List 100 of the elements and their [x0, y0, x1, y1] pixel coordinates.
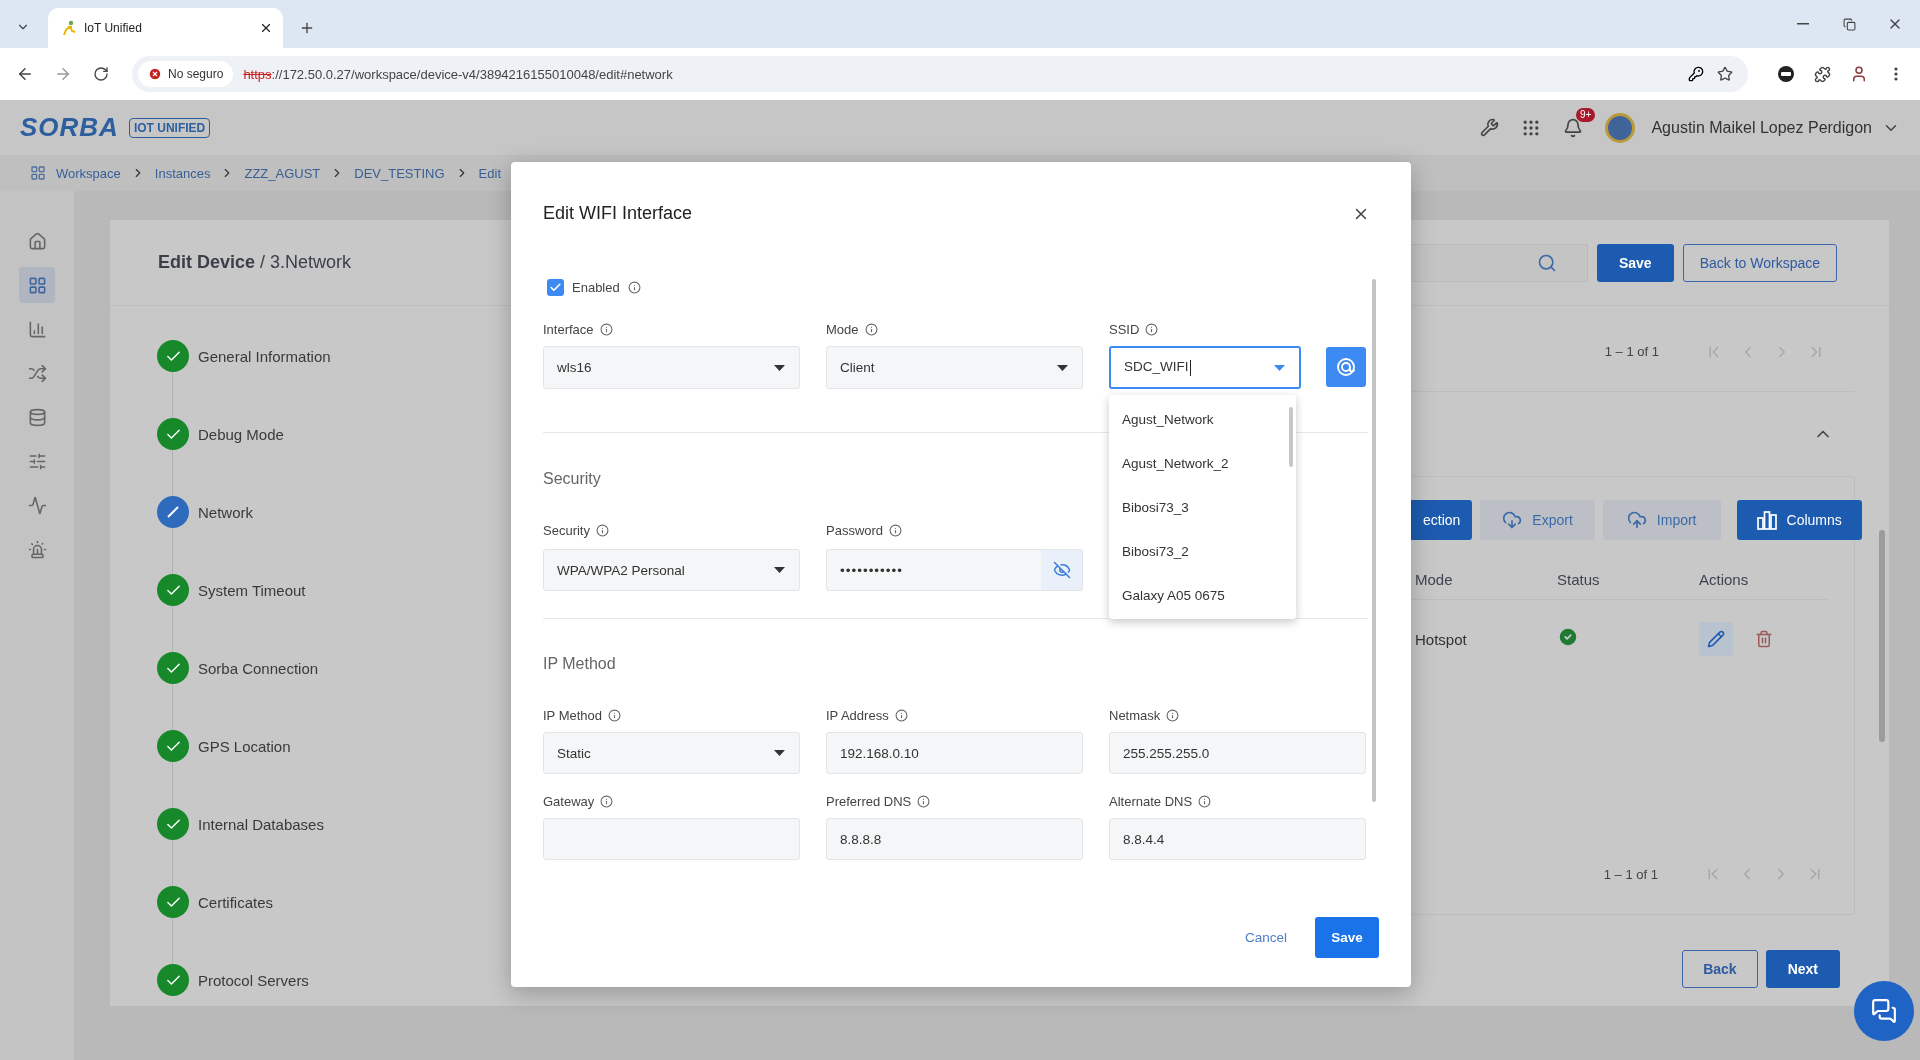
notification-badge: 9+	[1576, 107, 1596, 122]
field-label: Interface	[543, 321, 594, 337]
field-label: Security	[543, 522, 590, 538]
dropdown-option[interactable]: Agust_Network	[1109, 397, 1284, 441]
field-label: IP Method	[543, 707, 603, 723]
caret-icon	[1274, 364, 1285, 371]
pencil-icon	[1707, 630, 1725, 648]
restore-icon	[1842, 17, 1856, 31]
select-field[interactable]: Client	[826, 346, 1083, 389]
info-icon	[627, 280, 641, 294]
info-icon	[600, 794, 614, 808]
shuffle-icon	[27, 363, 47, 383]
caret-icon	[774, 364, 785, 371]
field-label: Preferred DNS	[826, 793, 912, 809]
field-label: SSID	[1109, 321, 1140, 337]
chat-button[interactable]	[1854, 981, 1914, 1041]
info-icon	[889, 523, 903, 537]
dropdown-option[interactable]: Bibosi73_2	[1109, 529, 1284, 573]
section-title: IP Method	[543, 654, 617, 674]
breadcrumb-link[interactable]: Edit	[478, 165, 501, 181]
menu-icon	[1894, 67, 1898, 81]
input-field[interactable]: 192.168.0.10	[826, 732, 1083, 774]
dropdown-option[interactable]: Galaxy A05 0675	[1109, 573, 1284, 617]
browser-tab[interactable]: IoT Unified	[48, 8, 283, 48]
pagination-text: 1 – 1 of 1	[1603, 866, 1658, 882]
breadcrumb-link[interactable]: Instances	[154, 165, 211, 181]
field-label: Mode	[826, 321, 859, 337]
checkbox[interactable]	[547, 278, 564, 296]
puzzle-icon	[1813, 65, 1831, 83]
edit-button[interactable]	[1699, 622, 1733, 656]
cloud-upload-icon	[1626, 510, 1647, 530]
breadcrumb-link[interactable]: ZZZ_AGUST	[244, 165, 321, 181]
step-label[interactable]: General Information	[198, 347, 331, 365]
breadcrumb-link[interactable]: Workspace	[56, 165, 121, 181]
minimize-icon	[1797, 23, 1809, 25]
dialog-title: Edit WIFI Interface	[543, 203, 693, 224]
pencil-line-icon	[167, 506, 179, 518]
table-cell-text: Hotspot	[1415, 630, 1468, 648]
input-field[interactable]: 255.255.255.0	[1109, 732, 1366, 774]
step-label[interactable]: Certificates	[198, 893, 274, 911]
breadcrumb-link[interactable]: DEV_TESTING	[354, 165, 445, 181]
input-field[interactable]: 8.8.8.8	[826, 818, 1083, 860]
user-name[interactable]: Agustin Maikel Lopez Perdigon	[1651, 118, 1872, 137]
close-icon[interactable]	[259, 21, 273, 35]
key-icon[interactable]	[1688, 66, 1704, 82]
step-label[interactable]: GPS Location	[198, 737, 291, 755]
wizard-button[interactable]: Back	[1682, 950, 1758, 988]
dropdown-option[interactable]: Agust_Network_2	[1109, 441, 1284, 485]
pulse-icon	[27, 495, 47, 515]
database-icon	[27, 407, 47, 427]
toolbar-button[interactable]: ection	[1411, 500, 1473, 540]
section-title: Security	[543, 469, 602, 489]
plus-icon	[299, 20, 315, 36]
check-icon	[549, 280, 562, 294]
dropdown-option[interactable]: Bibosi73_3	[1109, 485, 1284, 529]
input-field[interactable]: 8.8.4.4	[1109, 818, 1366, 860]
columns-icon	[1756, 510, 1777, 530]
action-button[interactable]: Save	[1596, 243, 1674, 282]
step-label[interactable]: Network	[198, 503, 253, 521]
bell-icon[interactable]	[1563, 117, 1584, 138]
grid-icon[interactable]	[30, 165, 46, 181]
step-label[interactable]: Protocol Servers	[198, 971, 309, 989]
step-label[interactable]: Sorba Connection	[198, 659, 319, 677]
info-icon	[608, 708, 622, 722]
scan-button[interactable]	[1326, 347, 1366, 387]
input-field[interactable]	[543, 818, 800, 860]
reload-icon	[93, 66, 109, 82]
extension-icon	[1777, 65, 1795, 83]
figure-icon	[62, 20, 76, 36]
save-button[interactable]: Save	[1315, 917, 1379, 958]
action-button[interactable]: Back to Workspace	[1682, 243, 1837, 282]
info-icon	[595, 523, 609, 537]
field-label: IP Address	[826, 707, 889, 723]
select-field[interactable]: WPA/WPA2 Personal	[543, 549, 800, 591]
step-label[interactable]: System Timeout	[198, 581, 306, 599]
trash-icon	[1755, 630, 1773, 648]
sidebar-item[interactable]	[19, 267, 55, 303]
search-field[interactable]	[1411, 243, 1588, 282]
product-badge: IOT UNIFIED	[128, 117, 211, 138]
step-label[interactable]: Debug Mode	[198, 425, 284, 443]
step-label[interactable]: Internal Databases	[198, 815, 324, 833]
info-icon	[917, 794, 931, 808]
info-icon	[599, 322, 613, 336]
logo: SORBA	[20, 112, 119, 143]
tab-title: IoT Unified	[84, 21, 143, 35]
select-field[interactable]: wls16	[543, 346, 800, 389]
cancel-button[interactable]: Cancel	[1234, 917, 1297, 958]
info-icon	[894, 708, 908, 722]
combo-field[interactable]: SDC_WIFI	[1109, 346, 1301, 389]
security-chip[interactable]: No seguro	[138, 61, 234, 87]
select-field[interactable]: Static	[543, 732, 800, 774]
siren-icon	[27, 539, 47, 559]
caret-icon	[1057, 364, 1068, 371]
caret-icon	[774, 750, 785, 756]
toolbar-button[interactable]: Columns	[1736, 500, 1862, 540]
home-icon	[27, 231, 47, 251]
wizard-button[interactable]: Next	[1765, 950, 1840, 988]
url-text: https://172.50.0.27/workspace/device-v4/3894216155010048/edit#network	[243, 66, 673, 82]
field-label: Password	[826, 522, 884, 538]
star-icon	[1717, 66, 1733, 82]
